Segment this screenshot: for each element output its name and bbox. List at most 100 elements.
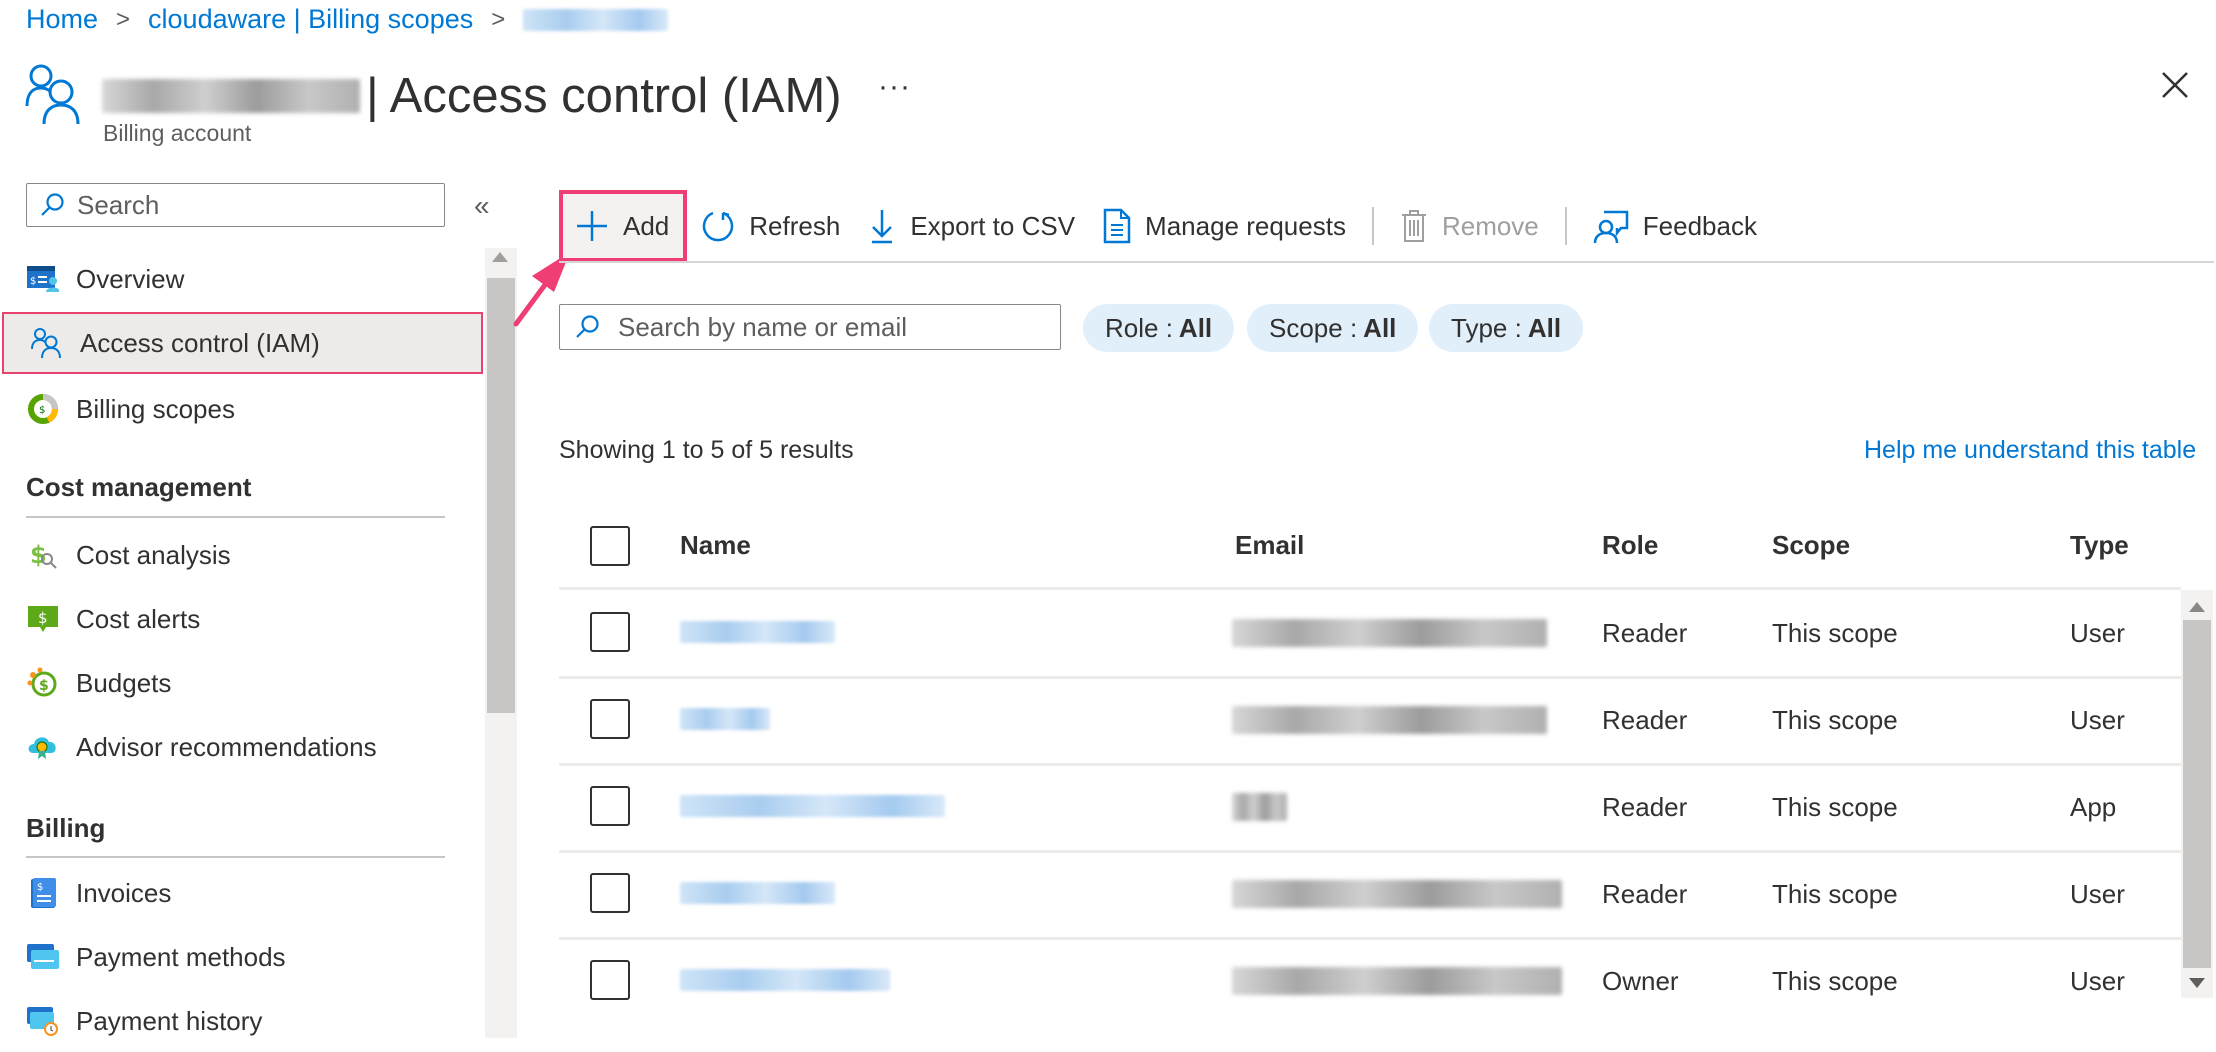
column-header-type[interactable]: Type xyxy=(2070,530,2129,561)
row-divider xyxy=(559,850,2181,853)
document-icon xyxy=(1103,208,1131,244)
row-divider xyxy=(559,676,2181,679)
sidebar-item-payment-history[interactable]: Payment history xyxy=(0,990,484,1052)
export-csv-button[interactable]: Export to CSV xyxy=(854,191,1089,261)
scroll-up-icon[interactable] xyxy=(492,252,508,262)
table-row-type: User xyxy=(2070,966,2125,996)
column-header-scope[interactable]: Scope xyxy=(1772,530,1850,561)
role-filter-pill[interactable]: Role : All xyxy=(1083,304,1235,352)
name-redacted[interactable] xyxy=(680,969,890,991)
section-divider xyxy=(26,516,445,518)
svg-text:$: $ xyxy=(37,882,43,893)
table-row-type: App xyxy=(2070,792,2117,822)
close-button[interactable] xyxy=(2160,70,2190,105)
invoices-icon: $ xyxy=(26,876,60,910)
svg-text:$: $ xyxy=(39,405,45,416)
email-redacted xyxy=(1232,793,1287,821)
manage-requests-button[interactable]: Manage requests xyxy=(1089,191,1360,261)
sidebar-item-cost-alerts[interactable]: $ Cost alerts xyxy=(0,588,484,650)
table-row-name[interactable] xyxy=(680,969,890,996)
row-divider xyxy=(559,937,2181,940)
sidebar-item-access-control[interactable]: Access control (IAM) xyxy=(2,312,483,374)
page-title: | Access control (IAM) xyxy=(366,68,842,123)
sidebar-item-cost-analysis[interactable]: $ Cost analysis xyxy=(0,524,484,586)
remove-button[interactable]: Remove xyxy=(1386,191,1553,261)
refresh-button[interactable]: Refresh xyxy=(687,191,854,261)
table-row-name[interactable] xyxy=(680,882,835,909)
breadcrumb-billing-scopes[interactable]: cloudaware | Billing scopes xyxy=(148,4,473,35)
search-by-name-input[interactable]: Search by name or email xyxy=(559,304,1061,350)
add-button[interactable]: Add xyxy=(559,190,688,262)
row-divider xyxy=(559,587,2181,590)
breadcrumb-current-redacted[interactable] xyxy=(523,8,669,31)
breadcrumb-home[interactable]: Home xyxy=(26,4,98,35)
sidebar-search-input[interactable]: Search xyxy=(26,183,445,227)
table-row-email xyxy=(1232,706,1547,739)
feedback-button[interactable]: Feedback xyxy=(1579,191,1771,261)
table-row-name[interactable] xyxy=(680,795,945,822)
sidebar-item-budgets[interactable]: $ Budgets xyxy=(0,652,484,714)
toolbar-divider-line xyxy=(559,261,2214,263)
column-header-name[interactable]: Name xyxy=(680,530,751,561)
svg-text:$: $ xyxy=(38,609,48,627)
cost-analysis-icon: $ xyxy=(26,538,60,572)
table-row-scope: This scope xyxy=(1772,879,1898,909)
row-checkbox[interactable] xyxy=(590,699,630,739)
overview-icon: $ xyxy=(26,262,60,296)
row-checkbox[interactable] xyxy=(590,960,630,1000)
name-redacted[interactable] xyxy=(680,795,945,817)
table-row-name[interactable] xyxy=(680,621,835,648)
advisor-icon xyxy=(26,730,60,764)
table-row-scope: This scope xyxy=(1772,792,1898,822)
table-row-scope: This scope xyxy=(1772,705,1898,735)
search-icon xyxy=(576,315,599,338)
chevron-right-icon: > xyxy=(491,5,506,33)
collapse-sidebar-button[interactable]: « xyxy=(474,190,490,222)
sidebar-scrollbar-thumb[interactable] xyxy=(487,278,515,713)
sidebar-item-invoices[interactable]: $ Invoices xyxy=(0,862,484,924)
type-filter-pill[interactable]: Type : All xyxy=(1429,304,1584,352)
row-checkbox[interactable] xyxy=(590,873,630,913)
name-redacted[interactable] xyxy=(680,708,770,730)
table-row-role: Reader xyxy=(1602,879,1688,909)
row-checkbox[interactable] xyxy=(590,786,630,826)
row-checkbox[interactable] xyxy=(590,612,630,652)
row-divider xyxy=(559,763,2181,766)
feedback-icon xyxy=(1593,210,1629,244)
toolbar-divider xyxy=(1564,207,1567,245)
section-divider xyxy=(26,856,445,858)
payment-history-icon xyxy=(26,1004,60,1038)
table-row-role: Reader xyxy=(1602,618,1688,648)
table-row-type: User xyxy=(2070,879,2125,909)
more-options-button[interactable]: ··· xyxy=(878,70,911,104)
name-redacted[interactable] xyxy=(680,621,835,643)
sidebar-item-advisor[interactable]: Advisor recommendations xyxy=(0,716,484,778)
email-redacted xyxy=(1232,619,1547,647)
column-header-email[interactable]: Email xyxy=(1235,530,1304,561)
svg-text:$: $ xyxy=(39,678,49,694)
sidebar-item-billing-scopes[interactable]: $ Billing scopes xyxy=(0,378,484,440)
table-row-email xyxy=(1232,793,1287,826)
scroll-up-icon[interactable] xyxy=(2189,602,2205,612)
scope-filter-pill[interactable]: Scope : All xyxy=(1247,304,1419,352)
page-subtitle: Billing account xyxy=(103,120,252,146)
table-row-type: User xyxy=(2070,618,2125,648)
sidebar-item-overview[interactable]: $ Overview xyxy=(0,248,484,310)
table-row-name[interactable] xyxy=(680,708,770,735)
close-icon xyxy=(2162,72,2188,98)
name-redacted[interactable] xyxy=(680,882,835,904)
table-row-email xyxy=(1232,967,1562,1000)
resource-name-redacted xyxy=(102,78,360,113)
people-icon xyxy=(24,62,84,129)
table-row-scope: This scope xyxy=(1772,966,1898,996)
scroll-down-icon[interactable] xyxy=(2189,978,2205,988)
sidebar-item-payment-methods[interactable]: Payment methods xyxy=(0,926,484,988)
select-all-checkbox[interactable] xyxy=(590,526,630,566)
help-table-link[interactable]: Help me understand this table xyxy=(1864,436,2196,465)
table-row-email xyxy=(1232,880,1562,913)
table-scrollbar-thumb[interactable] xyxy=(2183,620,2211,968)
column-header-role[interactable]: Role xyxy=(1602,530,1658,561)
people-icon xyxy=(30,326,64,360)
table-row-role: Reader xyxy=(1602,705,1688,735)
budgets-icon: $ xyxy=(26,666,60,700)
